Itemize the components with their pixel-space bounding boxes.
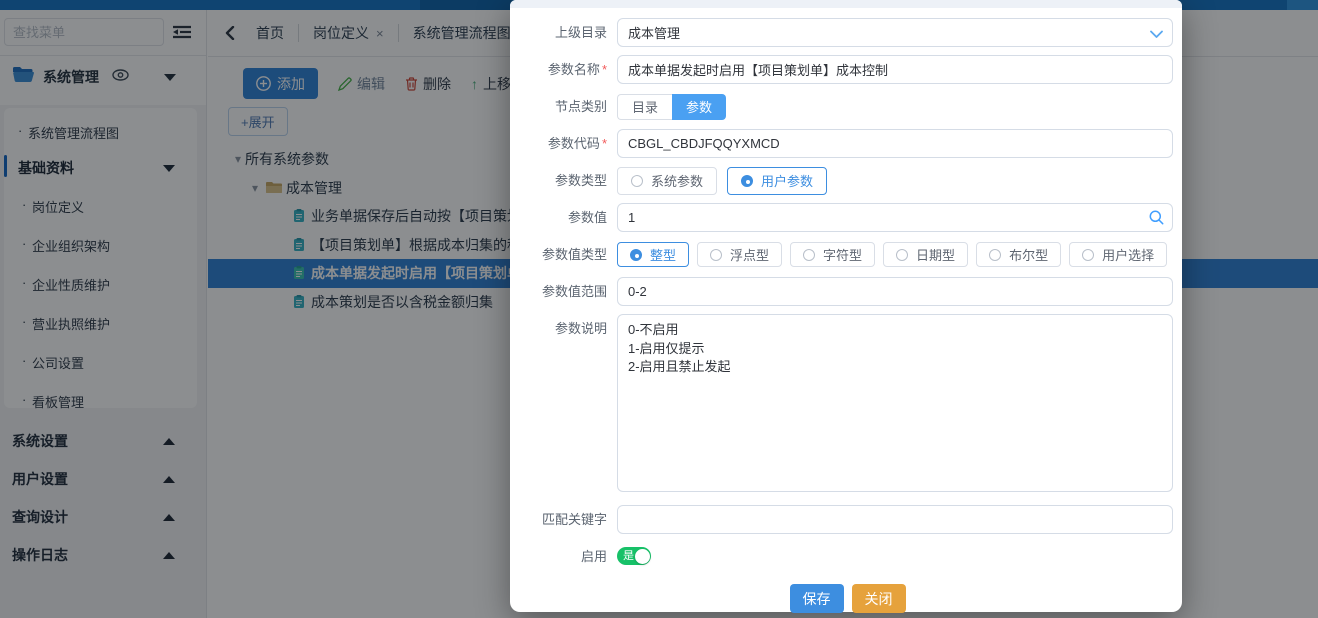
form-row-parent-dir: 上级目录 成本管理 (522, 18, 1173, 47)
required-mark: * (602, 136, 607, 151)
field-label: 启用 (522, 542, 607, 571)
select-value: 成本管理 (628, 23, 680, 42)
form-row-node-type: 节点类别 目录 参数 (522, 92, 1173, 121)
value-type-option-date[interactable]: 日期型 (883, 242, 968, 267)
value-type-option-integer[interactable]: 整型 (617, 242, 689, 267)
value-range-input[interactable] (617, 277, 1173, 306)
form-row-value-type: 参数值类型 整型 浮点型 字符型 (522, 240, 1173, 269)
radio-icon (896, 249, 908, 261)
toggle-knob (635, 549, 650, 564)
node-type-segmented-control: 目录 参数 (617, 94, 1173, 120)
radio-label: 整型 (650, 245, 676, 264)
enabled-toggle[interactable]: 是 (617, 547, 651, 565)
radio-icon (630, 249, 642, 261)
value-type-option-string[interactable]: 字符型 (790, 242, 875, 267)
field-label: 节点类别 (522, 92, 607, 121)
radio-icon (803, 249, 815, 261)
radio-icon (741, 175, 753, 187)
field-label: 上级目录 (522, 18, 607, 47)
form-row-param-type: 参数类型 系统参数 用户参数 (522, 166, 1173, 195)
radio-label: 用户参数 (761, 171, 813, 190)
node-type-option-directory[interactable]: 目录 (617, 94, 672, 120)
save-button[interactable]: 保存 (790, 584, 844, 613)
field-label: 参数值 (522, 203, 607, 232)
close-button[interactable]: 关闭 (852, 584, 906, 613)
field-label: 参数名称* (522, 55, 607, 84)
dialog-header-strip (510, 0, 1182, 8)
param-description-textarea[interactable]: 0-不启用 1-启用仅提示 2-启用且禁止发起 (617, 314, 1173, 492)
parameter-form: 上级目录 成本管理 参数名称* 节点类别 (510, 8, 1182, 613)
field-label: 参数值类型 (522, 240, 607, 269)
toggle-state-label: 是 (623, 549, 634, 563)
radio-label: 浮点型 (730, 245, 769, 264)
field-label: 参数说明 (522, 314, 607, 343)
parent-directory-select[interactable]: 成本管理 (617, 18, 1173, 47)
radio-label: 布尔型 (1009, 245, 1048, 264)
radio-icon (1082, 249, 1094, 261)
form-row-enabled: 启用 是 (522, 542, 1173, 571)
field-label: 参数值范围 (522, 277, 607, 306)
chevron-down-icon (1150, 26, 1163, 44)
search-icon[interactable] (1149, 210, 1164, 230)
value-type-option-user-select[interactable]: 用户选择 (1069, 242, 1167, 267)
dialog-footer: 保存 关闭 (522, 584, 1173, 613)
radio-label: 日期型 (916, 245, 955, 264)
field-label: 匹配关键字 (522, 505, 607, 534)
radio-icon (631, 175, 643, 187)
radio-label: 字符型 (823, 245, 862, 264)
param-value-input[interactable] (617, 203, 1173, 232)
match-keyword-input[interactable] (617, 505, 1173, 534)
radio-icon (710, 249, 722, 261)
param-name-input[interactable] (617, 55, 1173, 84)
radio-label: 系统参数 (651, 171, 703, 190)
param-type-option-user[interactable]: 用户参数 (727, 167, 827, 195)
radio-icon (989, 249, 1001, 261)
param-type-option-system[interactable]: 系统参数 (617, 167, 717, 195)
required-mark: * (602, 62, 607, 77)
parameter-edit-dialog: 上级目录 成本管理 参数名称* 节点类别 (510, 0, 1182, 612)
param-code-input[interactable] (617, 129, 1173, 158)
field-label: 参数类型 (522, 166, 607, 195)
value-type-option-boolean[interactable]: 布尔型 (976, 242, 1061, 267)
field-label: 参数代码* (522, 129, 607, 158)
param-type-radio-group: 系统参数 用户参数 (617, 167, 1173, 195)
screen: 系统管理 系统管理流程图 基础资料 岗位定义 企业组织架构 企业性质维护 营业执… (0, 0, 1318, 618)
form-row-value-range: 参数值范围 (522, 277, 1173, 306)
form-row-param-code: 参数代码* (522, 129, 1173, 158)
node-type-option-parameter[interactable]: 参数 (672, 94, 726, 120)
value-type-option-float[interactable]: 浮点型 (697, 242, 782, 267)
form-row-param-value: 参数值 (522, 203, 1173, 232)
radio-label: 用户选择 (1102, 245, 1154, 264)
form-row-match-keyword: 匹配关键字 (522, 505, 1173, 534)
form-row-param-name: 参数名称* (522, 55, 1173, 84)
value-type-radio-group: 整型 浮点型 字符型 日期型 (617, 242, 1173, 267)
form-row-description: 参数说明 0-不启用 1-启用仅提示 2-启用且禁止发起 (522, 314, 1173, 497)
